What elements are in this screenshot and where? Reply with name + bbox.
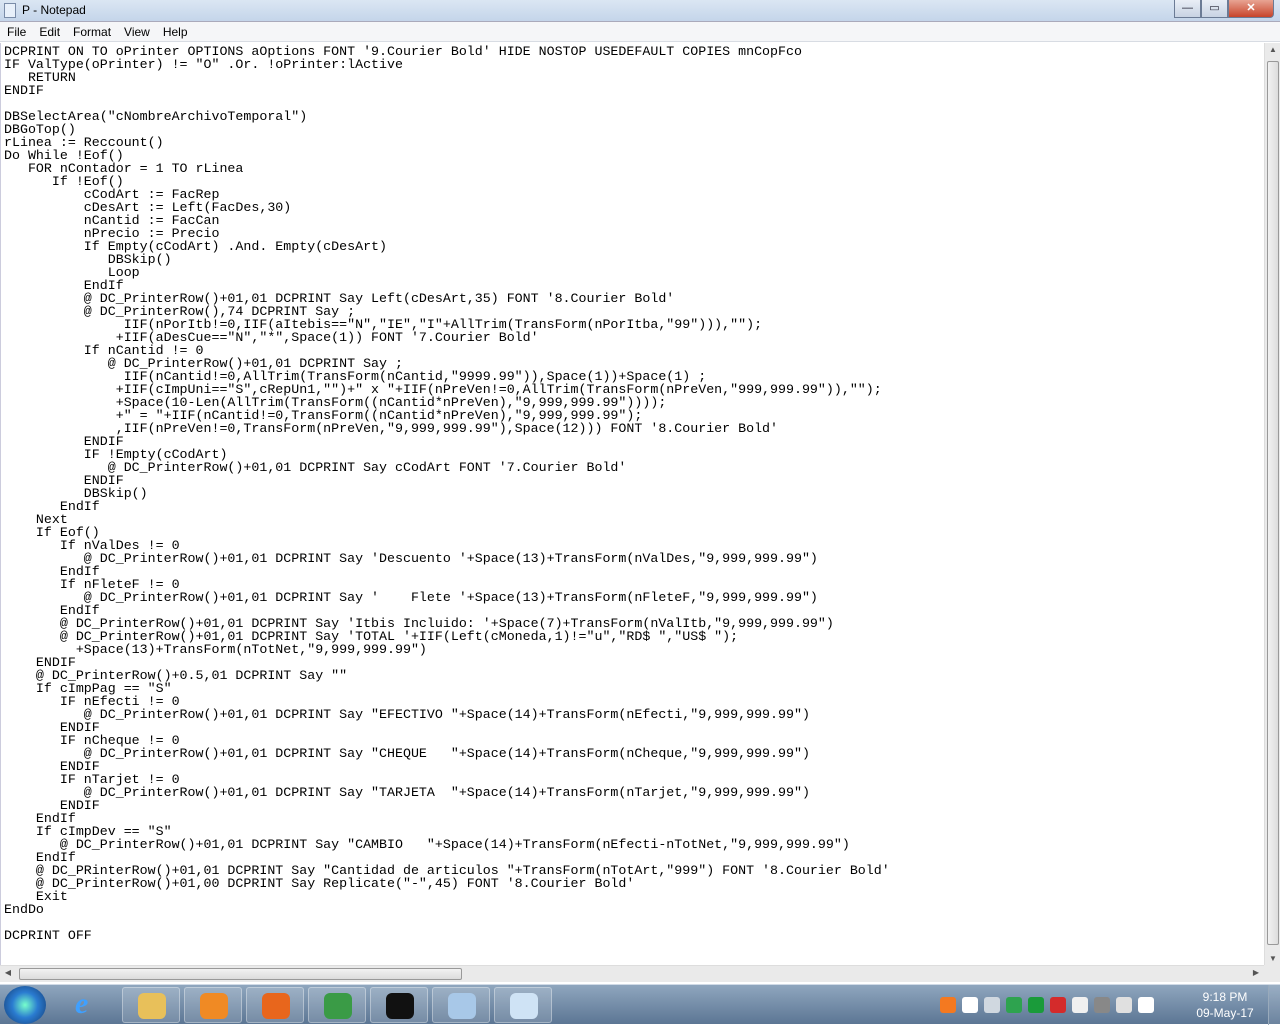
- security-shield-icon[interactable]: [1050, 997, 1066, 1013]
- scroll-left-icon[interactable]: ◀: [0, 968, 16, 977]
- windows-explorer-icon: [138, 993, 166, 1019]
- code-line: DBSkip(): [4, 252, 172, 267]
- internet-explorer-icon: e: [75, 987, 89, 1020]
- icloud-icon[interactable]: [962, 997, 978, 1013]
- menu-edit[interactable]: Edit: [32, 22, 66, 41]
- code-line: If Empty(cCodArt) .And. Empty(cDesArt): [4, 239, 388, 254]
- avast-icon[interactable]: [940, 997, 956, 1013]
- taskbar-command-prompt[interactable]: [370, 987, 428, 1023]
- network-icon[interactable]: [1116, 997, 1132, 1013]
- code-line: Exit: [4, 889, 68, 904]
- code-line: If cImpPag == "S": [4, 681, 172, 696]
- chrome-icon: [324, 993, 352, 1019]
- code-line: EndDo: [4, 902, 44, 917]
- code-line: Next: [4, 512, 68, 527]
- sync-icon[interactable]: [1028, 997, 1044, 1013]
- code-line: @ DC_PrinterRow()+01,01 DCPRINT Say "TAR…: [4, 785, 810, 800]
- menu-view[interactable]: View: [117, 22, 156, 41]
- close-button[interactable]: ✕: [1228, 0, 1274, 18]
- code-line: EndIf: [4, 811, 76, 826]
- code-line: EndIf: [4, 499, 100, 514]
- code-line: DBSkip(): [4, 486, 148, 501]
- code-line: @ DC_PrinterRow()+01,01 DCPRINT Say "EFE…: [4, 707, 810, 722]
- taskbar-firefox[interactable]: [246, 987, 304, 1023]
- taskbar-notepad[interactable]: [494, 987, 552, 1023]
- code-text[interactable]: DCPRINT ON TO oPrinter OPTIONS aOptions …: [1, 43, 1264, 942]
- code-line: ENDIF: [4, 83, 44, 98]
- menu-bar: File Edit Format View Help: [0, 22, 1280, 42]
- scrollbar-corner: [1264, 965, 1280, 982]
- dropbox-icon[interactable]: [984, 997, 1000, 1013]
- menu-file[interactable]: File: [0, 22, 32, 41]
- text-editor[interactable]: DCPRINT ON TO oPrinter OPTIONS aOptions …: [0, 43, 1264, 965]
- code-line: @ DC_PrinterRow()+01,01 DCPRINT Say 'Des…: [4, 551, 818, 566]
- taskbar-media-player[interactable]: [184, 987, 242, 1023]
- firefox-icon: [262, 993, 290, 1019]
- code-line: If Eof(): [4, 525, 100, 540]
- code-line: FOR nContador = 1 TO rLinea: [4, 161, 244, 176]
- scroll-right-icon[interactable]: ▶: [1248, 968, 1264, 977]
- code-line: @ DC_PrinterRow()+01,01 DCPRINT Say ' Fl…: [4, 590, 818, 605]
- command-prompt-icon: [386, 993, 414, 1019]
- code-line: ENDIF: [4, 759, 100, 774]
- media-player-icon: [200, 993, 228, 1019]
- horizontal-scroll-thumb[interactable]: [19, 968, 462, 980]
- taskbar-paint[interactable]: [432, 987, 490, 1023]
- code-line: IF ValType(oPrinter) != "O" .Or. !oPrint…: [4, 57, 403, 72]
- code-line: @ DC_PrinterRow()+01,01 DCPRINT Say "CHE…: [4, 746, 810, 761]
- code-line: DCPRINT OFF: [4, 928, 92, 943]
- code-line: rLinea := Reccount(): [4, 135, 164, 150]
- horizontal-scrollbar[interactable]: ◀ ▶: [0, 965, 1264, 982]
- scroll-up-icon[interactable]: ▲: [1265, 45, 1280, 54]
- menu-format[interactable]: Format: [66, 22, 117, 41]
- scroll-down-icon[interactable]: ▼: [1265, 954, 1280, 963]
- clock[interactable]: 9:18 PM 09-May-17: [1185, 989, 1265, 1021]
- action-center-flag-icon[interactable]: [1072, 997, 1088, 1013]
- title-bar: P - Notepad — ▭ ✕: [0, 0, 1280, 22]
- code-line: ENDIF: [4, 473, 124, 488]
- system-tray: [940, 985, 1154, 1025]
- code-line: @ DC_PrinterRow()+0.5,01 DCPRINT Say "": [4, 668, 348, 683]
- code-line: Loop: [4, 265, 140, 280]
- taskbar-windows-explorer[interactable]: [122, 987, 180, 1023]
- clock-time: 9:18 PM: [1202, 990, 1248, 1004]
- start-button[interactable]: [4, 986, 46, 1024]
- code-line: RETURN: [4, 70, 76, 85]
- notepad-icon: [510, 993, 538, 1019]
- minimize-button[interactable]: —: [1174, 0, 1201, 18]
- menu-help[interactable]: Help: [156, 22, 194, 41]
- taskbar: e 9:18 PM 09-May-17: [0, 984, 1280, 1025]
- usb-device-icon[interactable]: [1094, 997, 1110, 1013]
- notepad-icon: [4, 3, 16, 18]
- google-drive-icon[interactable]: [1006, 997, 1022, 1013]
- clock-date: 09-May-17: [1196, 1006, 1254, 1020]
- code-line: ,IIF(nPreVen!=0,TransForm(nPreVen,"9,999…: [4, 421, 779, 436]
- code-line: DBSelectArea("cNombreArchivoTemporal"): [4, 109, 308, 124]
- window-title: P - Notepad: [22, 3, 86, 17]
- code-line: @ DC_PrinterRow()+01,01 DCPRINT Say "CAM…: [4, 837, 850, 852]
- paint-icon: [448, 993, 476, 1019]
- taskbar-internet-explorer[interactable]: e: [60, 987, 118, 1023]
- vertical-scroll-thumb[interactable]: [1267, 61, 1279, 945]
- code-line: +Space(13)+TransForm(nTotNet,"9,999,999.…: [4, 642, 427, 657]
- code-line: ENDIF: [4, 798, 100, 813]
- code-line: @ DC_PrinterRow()+01,00 DCPRINT Say Repl…: [4, 876, 635, 891]
- code-line: DBGoTop(): [4, 122, 76, 137]
- show-desktop-button[interactable]: [1268, 985, 1280, 1025]
- code-line: EndIf: [4, 564, 100, 579]
- taskbar-chrome[interactable]: [308, 987, 366, 1023]
- code-line: ENDIF: [4, 720, 100, 735]
- maximize-button[interactable]: ▭: [1201, 0, 1228, 18]
- vertical-scrollbar[interactable]: ▲ ▼: [1264, 43, 1280, 965]
- volume-icon[interactable]: [1138, 997, 1154, 1013]
- code-line: @ DC_PrinterRow()+01,01 DCPRINT Say cCod…: [4, 460, 627, 475]
